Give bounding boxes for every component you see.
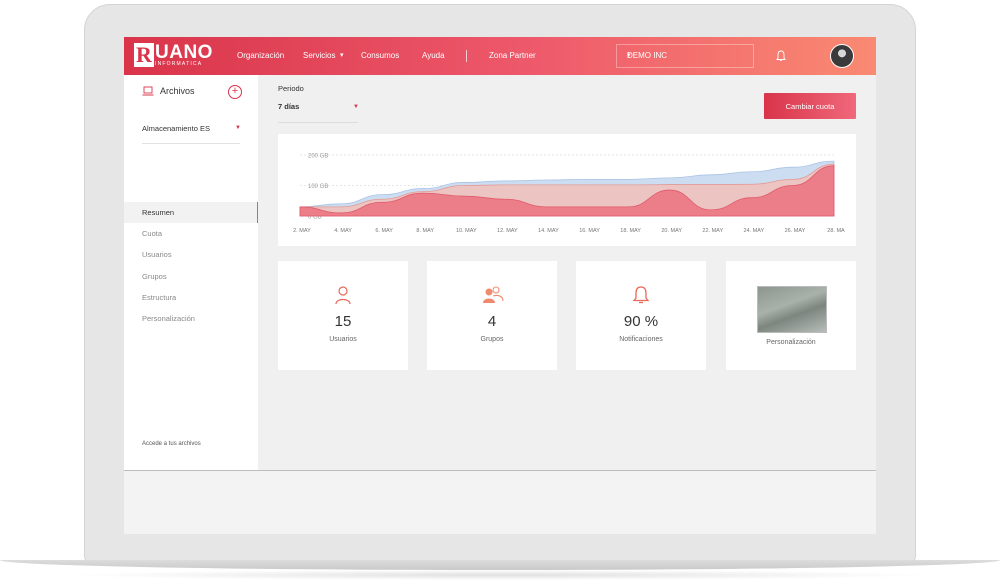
stat-card-grupos[interactable]: 4 Grupos [427,261,557,370]
stat-value: 4 [487,313,497,330]
stat-label: Grupos [480,336,504,343]
bottom-area [124,471,876,534]
chevron-down-icon: ▾ [627,52,631,59]
sidebar: Archivos + Almacenamiento ES ▼ Resumen C… [124,75,258,470]
bell-icon [632,286,650,304]
sidebar-item-personalizacion[interactable]: Personalización [124,308,258,329]
add-button[interactable]: + [228,85,242,99]
chart-x-tick-label: 24. MAY [744,228,765,234]
laptop-base [0,560,1000,583]
personalization-thumbnail [757,286,827,333]
user-icon [335,286,351,305]
sidebar-item-usuarios[interactable]: Usuarios [124,244,258,265]
user-avatar[interactable] [830,44,854,68]
chart-x-tick-label: 28. MA [827,228,845,234]
notifications-bell-icon[interactable] [776,50,786,62]
chart-x-tick-label: 18. MAY [620,228,641,234]
stat-value: 90 % [623,313,659,330]
period-label: Periodo [278,84,304,93]
storage-selector[interactable]: Almacenamiento ES [142,124,210,133]
chart-x-tick-label: 22. MAY [702,228,723,234]
servicios-dropdown-icon[interactable]: ▾ [340,37,344,75]
chart-x-tick-label: 20. MAY [661,228,682,234]
sidebar-item-grupos[interactable]: Grupos [124,266,258,287]
nav-ayuda[interactable]: Ayuda [422,37,445,75]
company-selector[interactable]: DEMO INC ▾ [616,44,754,68]
chart-x-tick-label: 10. MAY [456,228,477,234]
stat-label: Personalización [766,339,816,346]
stat-card-personalizacion[interactable]: Personalización [726,261,856,370]
storage-dropdown-icon[interactable]: ▼ [235,125,241,131]
top-navigation-bar: R UANO INFORMATICA Organización Servicio… [124,37,876,75]
nav-separator [466,50,467,62]
sidebar-item-estructura[interactable]: Estructura [124,287,258,308]
chart-x-tick-label: 26. MAY [785,228,806,234]
stat-label: Usuarios [329,336,357,343]
nav-organizacion[interactable]: Organización [237,37,284,75]
period-select[interactable]: 7 días [278,102,299,111]
nav-servicios[interactable]: Servicios [303,37,335,75]
chart-x-tick-label: 4. MAY [334,228,352,234]
sidebar-title: Archivos [160,86,195,96]
chart-x-tick-label: 6. MAY [375,228,393,234]
group-icon [483,286,504,303]
chart-y-tick-label: 100 GB [308,184,328,190]
sidebar-item-resumen[interactable]: Resumen [124,202,258,223]
chart-x-tick-label: 8. MAY [416,228,434,234]
chart-x-tick-label: 14. MAY [538,228,559,234]
stat-card-notificaciones[interactable]: 90 % Notificaciones [576,261,706,370]
change-quota-button[interactable]: Cambiar cuota [764,93,856,119]
chart-y-tick-label: 200 GB [308,154,328,160]
access-files-link[interactable]: Accede a tus archivos [142,441,201,447]
period-dropdown-icon[interactable]: ▼ [353,104,359,110]
nav-consumos[interactable]: Consumos [361,37,399,75]
period-underline [278,122,358,123]
stat-label: Notificaciones [619,336,663,343]
nav-zona-partner[interactable]: Zona Partner [489,37,536,75]
chart-x-tick-label: 16. MAY [579,228,600,234]
app-screen: R UANO INFORMATICA Organización Servicio… [124,37,876,534]
laptop-icon [142,86,154,96]
storage-chart-card: 200 GB 100 GB 0 GB 2. MAY 4. MAY 6. MAY 8. MAY… [278,134,856,246]
stat-card-usuarios[interactable]: 15 Usuarios [278,261,408,370]
storage-area-chart: 200 GB100 GB0 GB2. MAY 4. MAY 6. MAY 8. MAY… [293,154,845,235]
chart-x-tick-label: 12. MAY [497,228,518,234]
sidebar-item-cuota[interactable]: Cuota [124,223,258,244]
sidebar-divider [142,143,240,144]
ruano-logo[interactable]: R UANO INFORMATICA [134,43,213,67]
chart-x-tick-label: 2. MAY [293,228,311,234]
stat-value: 15 [334,313,352,330]
